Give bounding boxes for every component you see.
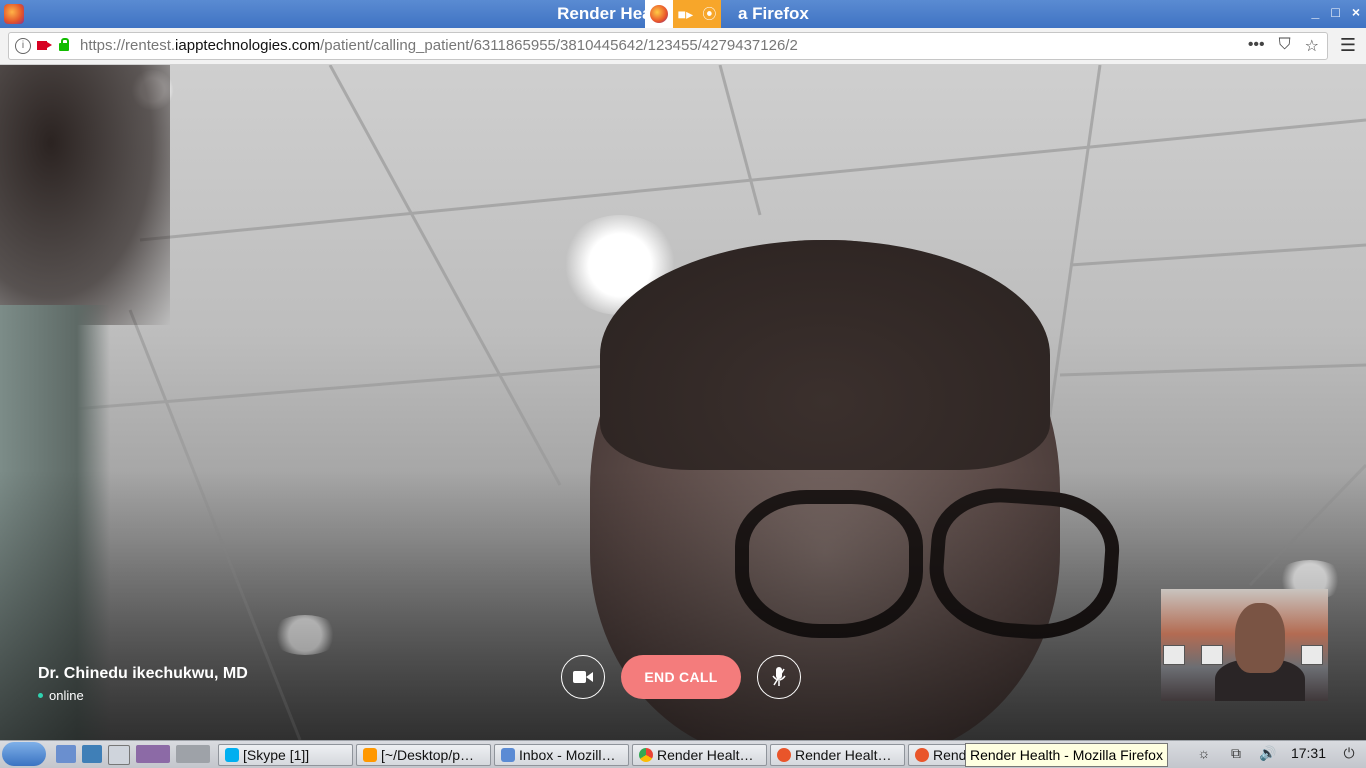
quick-launch xyxy=(56,745,210,765)
camera-sharing-icon: ■▸ xyxy=(677,5,694,22)
taskbar-item-label: Render Healt… xyxy=(657,747,754,763)
url-bar-actions: ••• ⛉ ☆ xyxy=(1248,36,1319,56)
bookmark-star-icon[interactable]: ☆ xyxy=(1305,36,1319,56)
caller-name: Dr. Chinedu ikechukwu, MD xyxy=(38,665,248,682)
end-call-button[interactable]: END CALL xyxy=(621,655,741,699)
url-bar[interactable]: i https://rentest.iapptechnologies.com/p… xyxy=(8,32,1328,60)
taskbar-tooltip: Render Health - Mozilla Firefox xyxy=(965,743,1168,767)
system-tray: ☼ ⧉ 🔊 17:31 ⏻ xyxy=(1195,745,1358,761)
file-manager-icon[interactable] xyxy=(56,745,76,763)
thunderbird-icon xyxy=(501,748,515,762)
toggle-mic-button[interactable] xyxy=(757,655,801,699)
info-icon[interactable]: i xyxy=(15,38,31,54)
close-button[interactable]: × xyxy=(1352,4,1360,20)
network-icon[interactable] xyxy=(82,745,102,763)
window-title-right: a Firefox xyxy=(738,4,809,23)
taskbar-item-firefox[interactable]: Render Healt… xyxy=(770,744,905,766)
caller-status: online xyxy=(38,688,248,703)
background-monitor xyxy=(1163,645,1185,665)
taskbar-item-editor[interactable]: [~/Desktop/p… xyxy=(356,744,491,766)
chrome-icon xyxy=(639,748,653,762)
sharing-indicator[interactable]: ■▸ ⦿ xyxy=(645,0,721,28)
hamburger-menu-icon[interactable]: ☰ xyxy=(1340,35,1356,56)
sublime-text-icon xyxy=(363,748,377,762)
maximize-button[interactable]: □ xyxy=(1331,4,1339,20)
video-camera-icon xyxy=(573,671,593,683)
firefox-icon xyxy=(777,748,791,762)
desktop-icon[interactable] xyxy=(108,745,130,765)
page-actions-button[interactable]: ••• xyxy=(1248,36,1265,56)
window-controls: _ □ × xyxy=(1312,4,1360,20)
taskbar-item-chrome[interactable]: Render Healt… xyxy=(632,744,767,766)
recording-indicator: ■▸ ⦿ xyxy=(673,0,721,28)
taskbar-item-inbox[interactable]: Inbox - Mozill… xyxy=(494,744,629,766)
taskbar-item-label: [~/Desktop/p… xyxy=(381,747,474,763)
lock-icon[interactable] xyxy=(59,38,69,51)
self-person-head xyxy=(1235,603,1285,673)
clock[interactable]: 17:31 xyxy=(1291,745,1326,761)
remote-video: Dr. Chinedu ikechukwu, MD online END CAL… xyxy=(0,65,1366,740)
workspace-1-icon[interactable] xyxy=(136,745,170,763)
toggle-camera-button[interactable] xyxy=(561,655,605,699)
minimize-button[interactable]: _ xyxy=(1312,4,1320,20)
taskbar-item-label: [Skype [1]] xyxy=(243,747,310,763)
background-monitor xyxy=(1301,645,1323,665)
network-connection-icon[interactable]: ⧉ xyxy=(1227,745,1245,761)
volume-icon[interactable]: 🔊 xyxy=(1259,745,1277,761)
start-menu-button[interactable] xyxy=(2,742,46,766)
url-text[interactable]: https://rentest.iapptechnologies.com/pat… xyxy=(80,37,798,54)
taskbar-item-skype[interactable]: [Skype [1]] xyxy=(218,744,353,766)
caller-info: Dr. Chinedu ikechukwu, MD online xyxy=(38,665,248,703)
background-monitor xyxy=(1201,645,1223,665)
microphone-icon xyxy=(772,667,786,686)
self-view-video[interactable] xyxy=(1161,589,1328,701)
mic-sharing-icon: ⦿ xyxy=(702,6,717,22)
taskbar-item-label: Inbox - Mozill… xyxy=(519,747,616,763)
taskbar-item-label: Render Healt… xyxy=(795,747,892,763)
update-icon[interactable]: ☼ xyxy=(1195,745,1213,761)
firefox-sharing-icon xyxy=(645,0,673,28)
call-controls: END CALL xyxy=(561,655,801,699)
firefox-icon xyxy=(915,748,929,762)
workspace-2-icon[interactable] xyxy=(176,745,210,763)
skype-icon xyxy=(225,748,239,762)
caller-status-text: online xyxy=(49,688,84,703)
power-icon[interactable]: ⏻ xyxy=(1340,745,1358,761)
window-titlebar: Render Healt a Firefox ■▸ ⦿ _ □ × xyxy=(0,0,1366,28)
camera-permission-icon[interactable] xyxy=(37,41,52,50)
pocket-icon[interactable]: ⛉ xyxy=(1279,36,1291,56)
taskbar-item-label: Rend xyxy=(933,747,967,763)
navigation-toolbar: i https://rentest.iapptechnologies.com/p… xyxy=(0,28,1366,65)
taskbar-items: [Skype [1]] [~/Desktop/p… Inbox - Mozill… xyxy=(218,744,983,766)
status-dot-icon xyxy=(38,693,43,698)
